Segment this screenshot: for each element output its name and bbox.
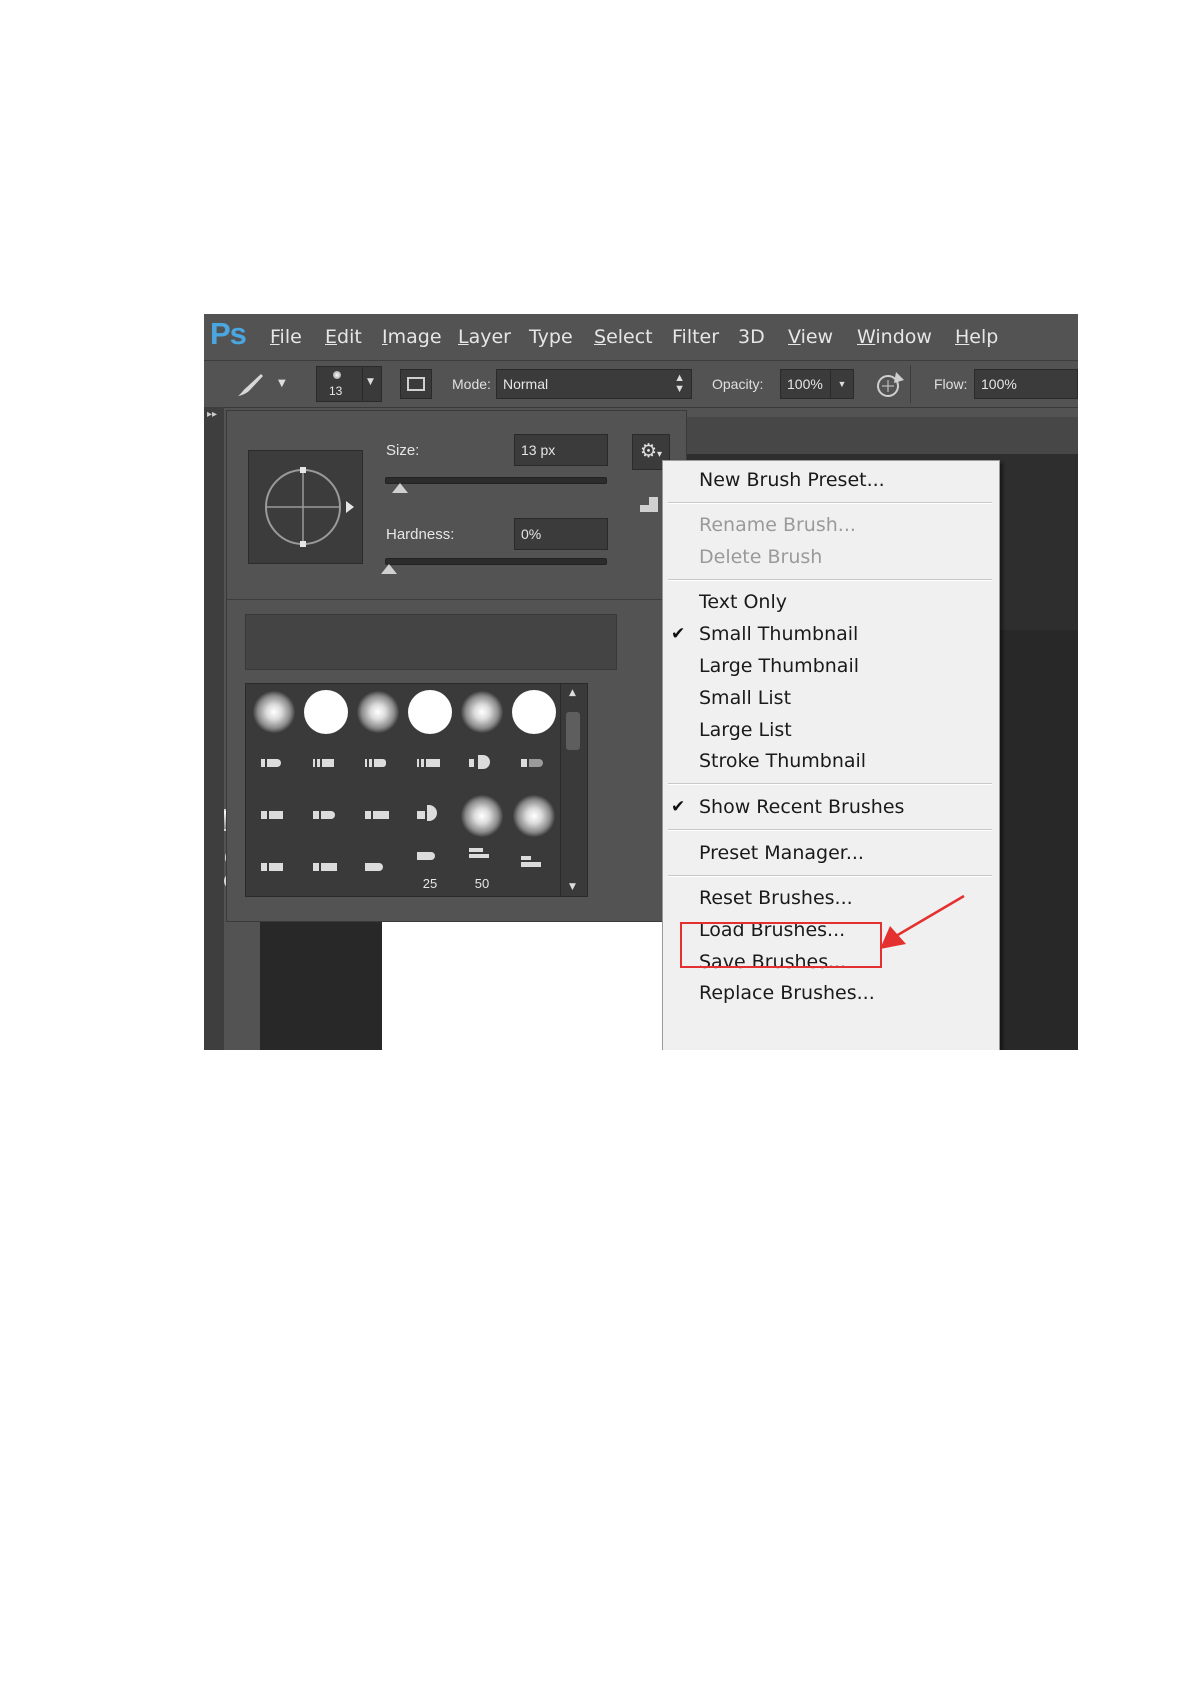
menu-help[interactable]: Help	[955, 326, 998, 348]
menu-image[interactable]: Image	[382, 326, 442, 348]
menu-filter[interactable]: Filter	[672, 326, 719, 348]
brush-preset-hard-round[interactable]	[508, 686, 560, 738]
options-bar: ▼ 13 ▼ Mode: Normal ▲ ▼ Opacity: 100% ▼ F…	[204, 360, 1078, 408]
brush-preset-flat[interactable]	[300, 842, 352, 894]
photoshop-screenshot: Ps File Edit Image Layer Type Select Fil…	[204, 314, 1078, 1050]
brush-preset-hard-round[interactable]	[404, 686, 456, 738]
hardness-slider-thumb[interactable]	[381, 564, 397, 574]
brush-crosshair-icon	[265, 467, 354, 547]
menu-file[interactable]: File	[270, 326, 302, 348]
mode-select[interactable]: Normal ▲ ▼	[496, 369, 692, 399]
brush-preset-grid: 25 50	[245, 683, 562, 897]
brush-preset-soft-round[interactable]	[456, 790, 508, 842]
scroll-up-icon[interactable]: ▲	[569, 688, 576, 698]
menu-item-delete-brush: Delete Brush	[699, 546, 823, 568]
brush-preset-flat[interactable]	[300, 790, 352, 842]
menu-item-reset-brushes[interactable]: Reset Brushes...	[699, 887, 853, 909]
hardness-input[interactable]: 0%	[514, 518, 608, 550]
preset-scrollbar[interactable]: ▲ ▼	[560, 683, 588, 897]
checkmark-icon: ✔	[671, 624, 686, 644]
brush-dot-icon	[333, 371, 341, 379]
brush-panel-toggle-icon[interactable]	[400, 369, 432, 399]
brush-preset-flat[interactable]	[248, 790, 300, 842]
document-tab-strip	[664, 417, 1078, 454]
menu-item-replace-brushes[interactable]: Replace Brushes...	[699, 982, 875, 1004]
brush-preset-soft-round[interactable]	[508, 790, 560, 842]
menu-bar: Ps File Edit Image Layer Type Select Fil…	[204, 314, 1078, 360]
brush-preset-round-tip[interactable]	[352, 842, 404, 894]
brush-tip-preview	[248, 450, 363, 564]
brush-preset-soft-round[interactable]	[456, 686, 508, 738]
highlight-box	[680, 922, 882, 968]
size-slider-thumb[interactable]	[392, 483, 409, 493]
tool-preset-chevron-icon[interactable]: ▼	[278, 378, 286, 389]
menu-edit[interactable]: Edit	[325, 326, 362, 348]
menu-window[interactable]: Window	[857, 326, 932, 348]
menu-item-small-thumbnail[interactable]: Small Thumbnail	[699, 623, 858, 645]
brush-preset-bristle[interactable]	[300, 738, 352, 790]
flow-input[interactable]: 100%	[974, 369, 1078, 399]
brush-preset-bristle[interactable]	[508, 738, 560, 790]
brush-preset-hard-round[interactable]	[300, 686, 352, 738]
brush-preset-airbrush[interactable]	[508, 842, 560, 894]
hardness-slider[interactable]	[385, 558, 607, 565]
mode-value: Normal	[503, 376, 549, 392]
menu-view[interactable]: View	[788, 326, 833, 348]
opacity-input[interactable]: 100% ▼	[780, 369, 854, 399]
menu-select[interactable]: Select	[594, 326, 653, 348]
menu-item-stroke-thumbnail[interactable]: Stroke Thumbnail	[699, 750, 866, 772]
brush-preset-soft-round[interactable]	[352, 686, 404, 738]
brush-preset-soft-round[interactable]	[248, 686, 300, 738]
menu-layer[interactable]: Layer	[458, 326, 511, 348]
brush-picker[interactable]: 13 ▼	[316, 366, 382, 402]
brush-preset-fan[interactable]	[456, 738, 508, 790]
mode-label: Mode:	[452, 376, 491, 392]
brush-preset-flat[interactable]	[248, 842, 300, 894]
size-slider[interactable]	[385, 477, 607, 484]
hardness-label: Hardness:	[386, 526, 455, 543]
brush-preset-flat[interactable]	[352, 790, 404, 842]
new-preset-icon[interactable]	[640, 497, 658, 512]
menu-item-small-list[interactable]: Small List	[699, 687, 791, 709]
size-label: Size:	[386, 442, 420, 459]
collapsed-panel-strip: ▸▸	[204, 407, 224, 1050]
brush-stroke-preview	[245, 614, 617, 670]
annotation-arrow-icon	[880, 894, 965, 949]
brush-preset-bristle[interactable]	[404, 738, 456, 790]
brush-tool-icon[interactable]	[234, 371, 268, 399]
expand-panels-icon[interactable]: ▸▸	[207, 409, 217, 420]
menu-item-rename-brush: Rename Brush...	[699, 514, 856, 536]
brush-preset-bristle[interactable]	[248, 738, 300, 790]
menu-item-preset-manager[interactable]: Preset Manager...	[699, 842, 864, 864]
opacity-label: Opacity:	[712, 376, 764, 392]
brush-size-readout: 13	[329, 384, 343, 398]
ps-logo: Ps	[210, 316, 247, 351]
pressure-opacity-icon[interactable]	[874, 369, 906, 399]
checkmark-icon: ✔	[671, 797, 686, 817]
menu-type[interactable]: Type	[529, 326, 573, 348]
scrollbar-thumb[interactable]	[566, 712, 580, 750]
brush-preset-airbrush[interactable]: 50	[456, 842, 508, 894]
brush-preset-picker: Size: 13 px Hardness: 0% ⚙▾ 25 50 ▲ ▼	[226, 410, 687, 922]
brush-picker-chevron-icon: ▼	[367, 377, 374, 387]
size-input[interactable]: 13 px	[514, 434, 608, 466]
menu-item-new-brush-preset[interactable]: New Brush Preset...	[699, 469, 885, 491]
menu-3d[interactable]: 3D	[738, 326, 765, 348]
mode-updown-icon: ▲ ▼	[674, 372, 685, 395]
opacity-chevron-icon[interactable]: ▼	[830, 370, 853, 398]
menu-item-text-only[interactable]: Text Only	[699, 591, 787, 613]
menu-item-show-recent-brushes[interactable]: Show Recent Brushes	[699, 796, 904, 818]
brush-preset-bristle[interactable]	[352, 738, 404, 790]
scroll-down-icon[interactable]: ▼	[569, 882, 576, 892]
brush-preset-fan[interactable]	[404, 790, 456, 842]
menu-item-large-thumbnail[interactable]: Large Thumbnail	[699, 655, 859, 677]
flow-label: Flow:	[934, 376, 968, 392]
brush-preset-airbrush[interactable]: 25	[404, 842, 456, 894]
menu-item-large-list[interactable]: Large List	[699, 719, 792, 741]
